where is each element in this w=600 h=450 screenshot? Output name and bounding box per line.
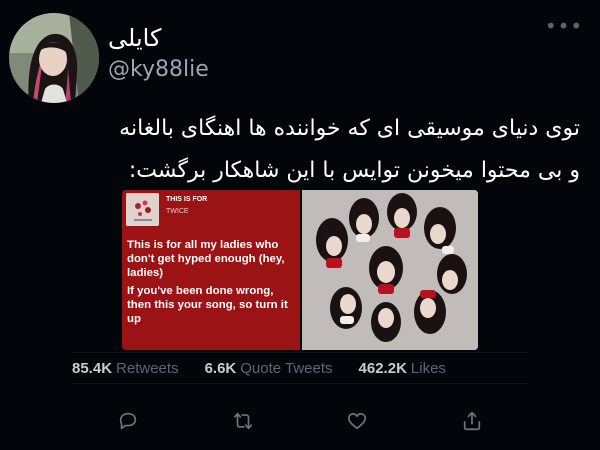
user-info[interactable]: کایلی @ky88lie <box>108 22 328 84</box>
likes-label: Likes <box>410 359 446 377</box>
playlist-kicker: THIS IS FOR <box>166 196 208 203</box>
share-button[interactable] <box>458 407 486 435</box>
retweets-count: 85.4K <box>72 359 113 377</box>
retweets-label: Retweets <box>116 359 179 377</box>
tweet-actions <box>72 396 528 446</box>
lyrics-line: This is for all my ladies who don't get … <box>127 239 285 279</box>
avatar[interactable] <box>9 13 99 103</box>
user-handle[interactable]: @ky88lie <box>108 56 328 84</box>
tweet-card: کایلی @ky88lie ••• توی دنیای موسیقی ای ک… <box>0 0 600 450</box>
playlist-cover <box>126 193 159 226</box>
playlist-artist: TWICE <box>166 208 189 215</box>
more-horizontal-icon: ••• <box>544 14 584 38</box>
likes-count: 462.2K <box>358 359 407 377</box>
avatar-photo <box>9 13 99 103</box>
retweet-button[interactable] <box>229 407 257 435</box>
quote-tweets-stat[interactable]: 6.6K Quote Tweets <box>205 360 333 377</box>
engagement-stats: 85.4K Retweets 6.6K Quote Tweets 462.2K … <box>72 352 528 384</box>
more-options-button[interactable]: ••• <box>544 12 584 40</box>
media-image-group-photo[interactable] <box>302 190 478 350</box>
quote-tweets-label: Quote Tweets <box>240 359 333 377</box>
retweets-stat[interactable]: 85.4K Retweets <box>72 360 179 377</box>
media-image-playlist[interactable]: THIS IS FOR TWICE This is for all my lad… <box>122 190 300 350</box>
reply-icon <box>119 412 137 430</box>
heart-icon <box>348 413 367 430</box>
quote-tweets-count: 6.6K <box>204 359 237 377</box>
tweet-header: کایلی @ky88lie ••• <box>0 0 600 103</box>
likes-stat[interactable]: 462.2K Likes <box>359 360 446 377</box>
tweet-text: توی دنیای موسیقی ای که خواننده ها اهنگای… <box>20 108 580 192</box>
group-photo <box>302 190 478 350</box>
retweet-icon <box>233 412 252 430</box>
like-button[interactable] <box>343 407 371 435</box>
tweet-media[interactable]: THIS IS FOR TWICE This is for all my lad… <box>122 190 478 350</box>
share-icon <box>463 411 481 431</box>
reply-button[interactable] <box>114 407 142 435</box>
display-name[interactable]: کایلی <box>108 22 328 54</box>
lyrics: This is for all my ladies who don't get … <box>127 238 299 326</box>
tweet-text-line: توی دنیای موسیقی ای که خواننده ها اهنگای… <box>119 116 580 141</box>
lyrics-line: If you've been done wrong, then this you… <box>127 285 288 325</box>
tweet-text-line: و بی محتوا میخونن توایس با این شاهکار بر… <box>128 158 580 183</box>
